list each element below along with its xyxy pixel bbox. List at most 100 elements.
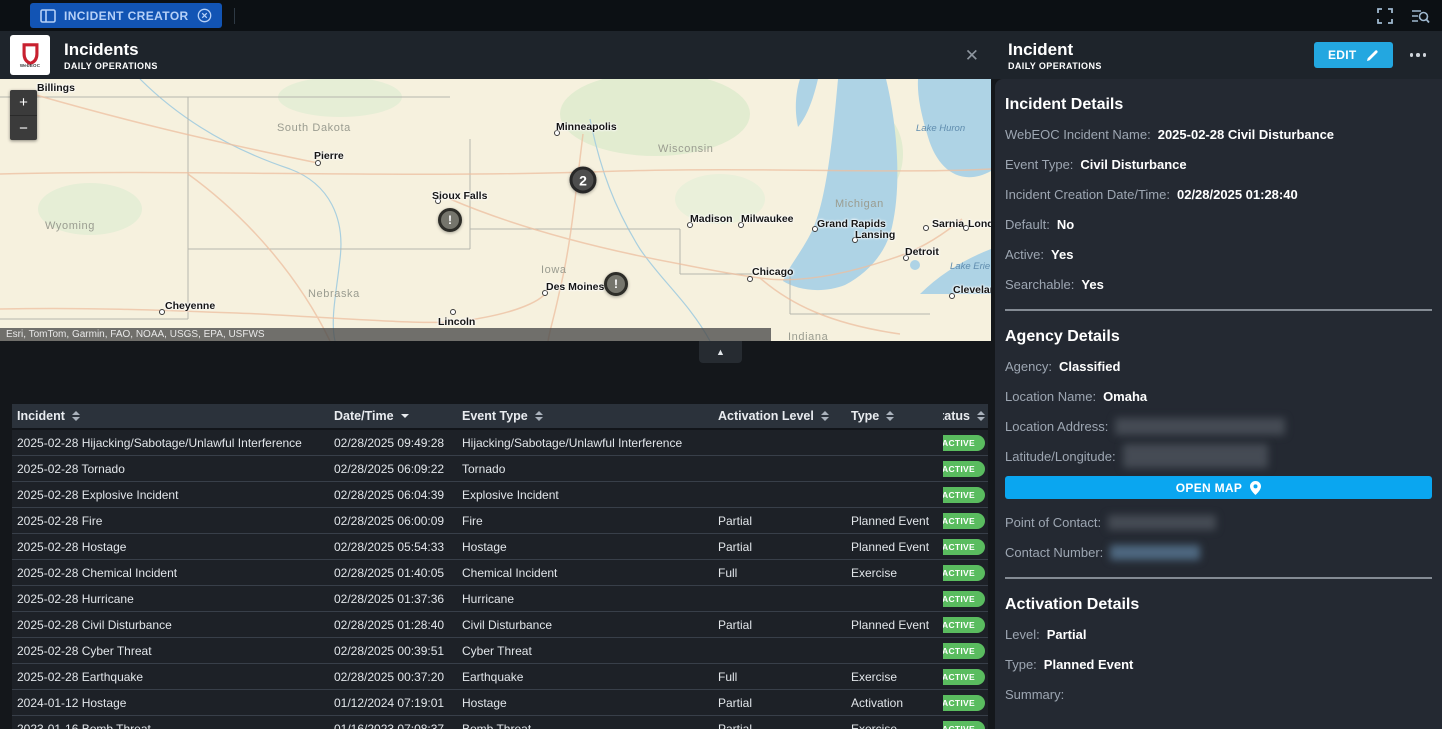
collapse-map-button[interactable]: ▲ [699,341,742,363]
field-value: Omaha [1103,389,1147,404]
cell-datetime: 02/28/2025 00:39:51 [334,644,462,658]
table-row[interactable]: 2025-02-28 Civil Disturbance02/28/2025 0… [12,612,988,638]
alert-marker[interactable]: ! [438,208,462,232]
column-label: Activation Level [718,409,814,423]
section-activation-details: Activation DetailsLevel:PartialType:Plan… [1005,596,1432,709]
cell-incident: 2025-02-28 Cyber Threat [12,644,334,658]
cell-datetime: 01/16/2023 07:08:37 [334,722,462,729]
cell-type: Planned Event [851,618,943,632]
cell-event-type: Fire [462,514,718,528]
cell-event-type: Chemical Incident [462,566,718,580]
table-row[interactable]: 2025-02-28 Chemical Incident02/28/2025 0… [12,560,988,586]
cell-datetime: 01/12/2024 07:19:01 [334,696,462,710]
fullscreen-icon[interactable] [1377,8,1393,24]
field-value: Civil Disturbance [1080,157,1186,172]
column-header-date-time[interactable]: Date/Time [334,409,462,423]
cell-datetime: 02/28/2025 09:49:28 [334,436,462,450]
cell-event-type: Hurricane [462,592,718,606]
column-header-event-type[interactable]: Event Type [462,409,718,423]
table-row[interactable]: 2024-01-12 Hostage01/12/2024 07:19:01Hos… [12,690,988,716]
more-options-icon[interactable] [1408,49,1429,61]
state-label: Indiana [788,331,828,341]
table-row[interactable]: 2025-02-28 Cyber Threat02/28/2025 00:39:… [12,638,988,664]
table-row[interactable]: 2025-02-28 Hijacking/Sabotage/Unlawful I… [12,430,988,456]
field-value: No [1057,217,1074,232]
detail-field: Agency:Classified [1005,351,1432,381]
map-table-gap: ▲ [0,341,991,404]
field-label: Active: [1005,247,1044,262]
cell-event-type: Tornado [462,462,718,476]
table-row[interactable]: 2025-02-28 Earthquake02/28/2025 00:37:20… [12,664,988,690]
column-header-activation-level[interactable]: Activation Level [718,409,851,423]
status-badge: ACTIVE [943,539,985,555]
column-label: Event Type [462,409,528,423]
status-badge: ACTIVE [943,721,985,729]
status-badge: ACTIVE [943,513,985,529]
sort-desc-arrow [821,417,829,421]
cell-activation-level: Partial [718,722,851,729]
column-header-type[interactable]: Type [851,409,943,423]
cluster-marker[interactable]: 2 [570,167,597,194]
search-list-icon[interactable] [1411,8,1430,24]
page-title: Incidents [64,40,158,60]
cell-type: Exercise [851,670,943,684]
webeoc-logo-text: WebEOC [20,63,40,68]
cell-incident: 2025-02-28 Chemical Incident [12,566,334,580]
zoom-in-button[interactable]: + [10,90,37,115]
cell-incident: 2025-02-28 Tornado [12,462,334,476]
sort-asc-arrow [977,411,985,415]
table-row[interactable]: 2023-01-16 Bomb Threat01/16/2023 07:08:3… [12,716,988,729]
table-row[interactable]: 2025-02-28 Fire02/28/2025 06:00:09FirePa… [12,508,988,534]
detail-field: Level:Partial [1005,619,1432,649]
edit-button[interactable]: EDIT [1314,42,1393,68]
sort-icon [72,411,80,421]
cell-incident: 2024-01-12 Hostage [12,696,334,710]
webeoc-shield-icon [18,43,43,65]
close-panel-icon[interactable]: ✕ [965,47,979,64]
table-row[interactable]: 2025-02-28 Hurricane02/28/2025 01:37:36H… [12,586,988,612]
cell-incident: 2023-01-16 Bomb Threat [12,722,334,729]
column-label: Type [851,409,879,423]
field-value: 02/28/2025 01:28:40 [1177,187,1298,202]
top-bar: INCIDENT CREATOR [0,0,1442,31]
incidents-table: Incident Date/TimeEvent Type Activation Le… [12,404,988,729]
cell-datetime: 02/28/2025 05:54:33 [334,540,462,554]
cell-incident: 2025-02-28 Hurricane [12,592,334,606]
detail-field: Type:Planned Event [1005,649,1432,679]
cell-status: ACTIVE [943,461,988,477]
cell-datetime: 02/28/2025 06:00:09 [334,514,462,528]
cell-status: ACTIVE [943,487,988,503]
map-pin-icon [1250,481,1261,495]
map-attribution: Esri, TomTom, Garmin, FAO, NOAA, USGS, E… [0,328,771,341]
cell-incident: 2025-02-28 Fire [12,514,334,528]
field-value: Planned Event [1044,657,1134,672]
column-header-status[interactable]: Status [943,409,988,423]
map[interactable]: South DakotaWisconsinIowaNebraskaWyoming… [0,79,991,341]
sort-desc-arrow [886,417,894,421]
column-header-incident[interactable]: Incident [12,409,334,423]
alert-marker[interactable]: ! [604,272,628,296]
state-label: Iowa [541,264,567,276]
cell-incident: 2025-02-28 Hostage [12,540,334,554]
redacted-value [1115,418,1285,435]
detail-field: Point of Contact: [1005,507,1432,537]
cell-datetime: 02/28/2025 01:37:36 [334,592,462,606]
table-row[interactable]: 2025-02-28 Explosive Incident02/28/2025 … [12,482,988,508]
table-row[interactable]: 2025-02-28 Hostage02/28/2025 05:54:33Hos… [12,534,988,560]
field-value: Partial [1047,627,1087,642]
table-row[interactable]: 2025-02-28 Tornado02/28/2025 06:09:22Tor… [12,456,988,482]
cell-event-type: Hostage [462,696,718,710]
field-label: Summary: [1005,687,1064,702]
field-value: 2025-02-28 Civil Disturbance [1158,127,1334,142]
incident-creator-tab[interactable]: INCIDENT CREATOR [30,3,222,28]
zoom-out-button[interactable]: − [10,115,37,140]
section-agency-details: Agency DetailsAgency:ClassifiedLocation … [1005,328,1432,567]
field-label: Location Name: [1005,389,1096,404]
cell-activation-level: Partial [718,696,851,710]
city-label: Sioux Falls [432,190,487,202]
cell-datetime: 02/28/2025 06:09:22 [334,462,462,476]
column-label: Incident [17,409,65,423]
tab-close-icon[interactable] [197,8,212,23]
cell-status: ACTIVE [943,669,988,685]
open-map-button[interactable]: OPEN MAP [1005,476,1432,499]
